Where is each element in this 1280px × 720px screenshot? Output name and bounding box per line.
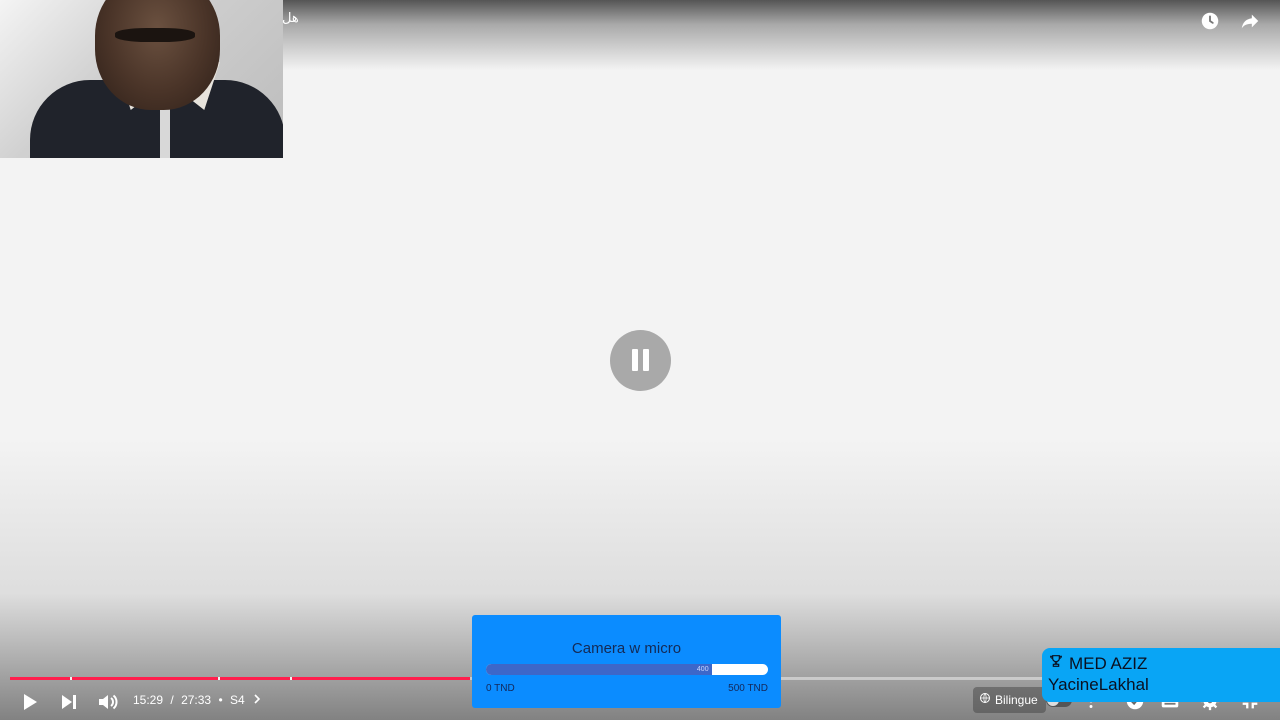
donation-goal-title: Camera w micro	[571, 640, 682, 657]
donation-goal-amount: 400	[696, 666, 709, 673]
donation-goal-max: 500 TND	[728, 683, 768, 694]
donation-goal-widget: Camera w micro 400 0 TND 500 TND	[472, 615, 781, 708]
clock-icon[interactable]	[1199, 10, 1221, 32]
progress-played	[10, 677, 470, 680]
donation-goal-bar: 400	[486, 664, 768, 675]
globe-icon	[979, 687, 991, 713]
top-donor-second-line: YacineLakhal	[1048, 675, 1149, 694]
top-donor-name: MED AZIZ	[1069, 654, 1148, 673]
pause-bar-right	[643, 349, 649, 371]
chapter-separator: •	[218, 693, 223, 707]
webcam-feed	[0, 0, 283, 158]
pause-bar-left	[632, 349, 638, 371]
chapter-marker	[289, 677, 292, 680]
donation-goal-fill: 400	[486, 664, 712, 675]
top-donor-widget: MED AZIZ YacineLakhal	[1042, 648, 1280, 702]
volume-icon[interactable]	[96, 690, 120, 714]
share-icon[interactable]	[1239, 10, 1261, 32]
video-player[interactable]: هل 15:29 / 27:33 • S4 Bilingue Camera w …	[0, 0, 1280, 720]
play-icon[interactable]	[17, 690, 41, 714]
bilingue-toggle-chip[interactable]: Bilingue	[973, 687, 1046, 713]
donation-goal-min: 0 TND	[486, 683, 515, 694]
pause-icon[interactable]	[610, 330, 671, 391]
webcam-stripe	[160, 108, 170, 158]
chapter-label[interactable]: S4	[230, 693, 245, 707]
chapter-marker	[70, 677, 73, 680]
top-donor-line1: MED AZIZ	[1048, 653, 1147, 674]
chevron-right-icon[interactable]	[253, 693, 261, 707]
webcam-moustache	[115, 28, 195, 42]
time-display: 15:29 / 27:33 • S4	[133, 693, 261, 707]
current-time: 15:29	[133, 693, 164, 707]
chapter-marker	[217, 677, 220, 680]
time-separator: /	[170, 693, 174, 707]
webcam-face	[95, 0, 220, 110]
bilingue-label: Bilingue	[995, 693, 1038, 707]
video-title[interactable]: هل	[282, 10, 299, 26]
trophy-icon	[1048, 653, 1064, 674]
next-icon[interactable]	[57, 690, 81, 714]
duration: 27:33	[181, 693, 212, 707]
